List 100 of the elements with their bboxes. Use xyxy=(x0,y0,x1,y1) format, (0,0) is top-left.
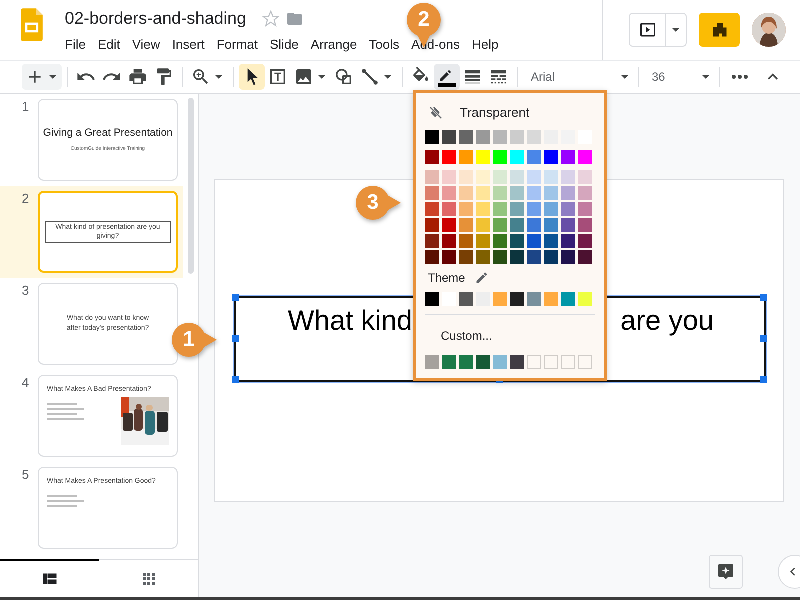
color-swatch[interactable] xyxy=(442,218,456,232)
new-slide-button[interactable] xyxy=(22,64,62,90)
menu-item[interactable]: Tools xyxy=(363,35,406,54)
color-swatch[interactable] xyxy=(578,170,592,184)
color-swatch[interactable] xyxy=(578,292,592,306)
color-swatch[interactable] xyxy=(510,250,524,264)
color-swatch[interactable] xyxy=(578,234,592,248)
color-swatch[interactable] xyxy=(459,234,473,248)
color-swatch[interactable] xyxy=(493,218,507,232)
font-select[interactable]: Arial xyxy=(523,64,633,90)
menu-item[interactable]: Edit xyxy=(92,35,126,54)
font-select[interactable]: 36 xyxy=(644,64,714,90)
color-swatch[interactable] xyxy=(476,186,490,200)
color-swatch[interactable] xyxy=(544,170,558,184)
color-swatch[interactable] xyxy=(493,292,507,306)
color-swatch[interactable] xyxy=(544,186,558,200)
color-swatch[interactable] xyxy=(476,170,490,184)
resize-handle[interactable] xyxy=(232,294,238,300)
color-swatch[interactable] xyxy=(476,250,490,264)
color-swatch[interactable] xyxy=(459,186,473,200)
color-swatch[interactable] xyxy=(510,150,524,164)
color-swatch[interactable] xyxy=(527,250,541,264)
color-swatch[interactable] xyxy=(578,202,592,216)
resize-handle[interactable] xyxy=(760,294,766,300)
color-swatch[interactable] xyxy=(425,170,439,184)
color-swatch[interactable] xyxy=(425,250,439,264)
color-swatch[interactable] xyxy=(425,292,439,306)
color-swatch[interactable] xyxy=(476,130,490,144)
color-swatch[interactable] xyxy=(510,130,524,144)
color-swatch[interactable] xyxy=(578,250,592,264)
share-button[interactable] xyxy=(699,13,740,47)
color-swatch[interactable] xyxy=(493,170,507,184)
color-swatch[interactable] xyxy=(527,234,541,248)
color-swatch[interactable] xyxy=(425,150,439,164)
color-swatch[interactable] xyxy=(561,170,575,184)
color-swatch[interactable] xyxy=(544,250,558,264)
color-swatch[interactable] xyxy=(476,355,490,369)
color-swatch[interactable] xyxy=(510,355,524,369)
color-swatch[interactable] xyxy=(544,292,558,306)
color-swatch[interactable] xyxy=(527,170,541,184)
color-swatch[interactable] xyxy=(442,130,456,144)
color-swatch[interactable] xyxy=(493,150,507,164)
color-swatch[interactable] xyxy=(578,218,592,232)
color-swatch[interactable] xyxy=(561,186,575,200)
resize-handle[interactable] xyxy=(232,376,238,382)
border-color-button[interactable] xyxy=(434,64,460,90)
menu-item[interactable]: View xyxy=(126,35,166,54)
resize-handle[interactable] xyxy=(232,334,238,342)
empty-swatch[interactable] xyxy=(544,355,558,369)
explore-button[interactable] xyxy=(709,555,743,589)
color-swatch[interactable] xyxy=(425,234,439,248)
color-swatch[interactable] xyxy=(442,186,456,200)
color-swatch[interactable] xyxy=(476,150,490,164)
color-swatch[interactable] xyxy=(493,186,507,200)
color-swatch[interactable] xyxy=(527,202,541,216)
color-swatch[interactable] xyxy=(527,292,541,306)
color-swatch[interactable] xyxy=(459,130,473,144)
color-swatch[interactable] xyxy=(493,250,507,264)
color-swatch[interactable] xyxy=(510,218,524,232)
transparent-option[interactable]: Transparent xyxy=(425,102,536,124)
color-swatch[interactable] xyxy=(442,234,456,248)
color-swatch[interactable] xyxy=(561,218,575,232)
color-swatch[interactable] xyxy=(510,234,524,248)
menu-item[interactable]: Arrange xyxy=(304,35,364,54)
color-swatch[interactable] xyxy=(459,150,473,164)
color-swatch[interactable] xyxy=(561,202,575,216)
color-swatch[interactable] xyxy=(510,170,524,184)
menu-item[interactable]: Help xyxy=(466,35,505,54)
color-swatch[interactable] xyxy=(442,170,456,184)
color-swatch[interactable] xyxy=(493,130,507,144)
document-title[interactable]: 02-borders-and-shading xyxy=(65,8,246,30)
color-swatch[interactable] xyxy=(459,170,473,184)
color-swatch[interactable] xyxy=(442,202,456,216)
color-swatch[interactable] xyxy=(442,250,456,264)
menu-item[interactable]: Slide xyxy=(264,35,305,54)
color-swatch[interactable] xyxy=(510,292,524,306)
empty-swatch[interactable] xyxy=(561,355,575,369)
select-button[interactable] xyxy=(239,64,265,90)
color-swatch[interactable] xyxy=(476,202,490,216)
color-swatch[interactable] xyxy=(527,186,541,200)
present-button[interactable] xyxy=(629,13,687,47)
color-swatch[interactable] xyxy=(493,202,507,216)
color-swatch[interactable] xyxy=(578,150,592,164)
menu-item[interactable]: File xyxy=(59,35,92,54)
color-swatch[interactable] xyxy=(425,186,439,200)
avatar[interactable] xyxy=(752,13,786,47)
color-swatch[interactable] xyxy=(527,150,541,164)
color-swatch[interactable] xyxy=(544,150,558,164)
color-swatch[interactable] xyxy=(425,355,439,369)
color-swatch[interactable] xyxy=(442,150,456,164)
color-swatch[interactable] xyxy=(544,218,558,232)
color-swatch[interactable] xyxy=(459,250,473,264)
color-swatch[interactable] xyxy=(476,234,490,248)
color-swatch[interactable] xyxy=(476,218,490,232)
color-swatch[interactable] xyxy=(425,202,439,216)
color-swatch[interactable] xyxy=(459,355,473,369)
color-swatch[interactable] xyxy=(425,130,439,144)
color-swatch[interactable] xyxy=(510,186,524,200)
color-swatch[interactable] xyxy=(425,218,439,232)
color-swatch[interactable] xyxy=(578,186,592,200)
